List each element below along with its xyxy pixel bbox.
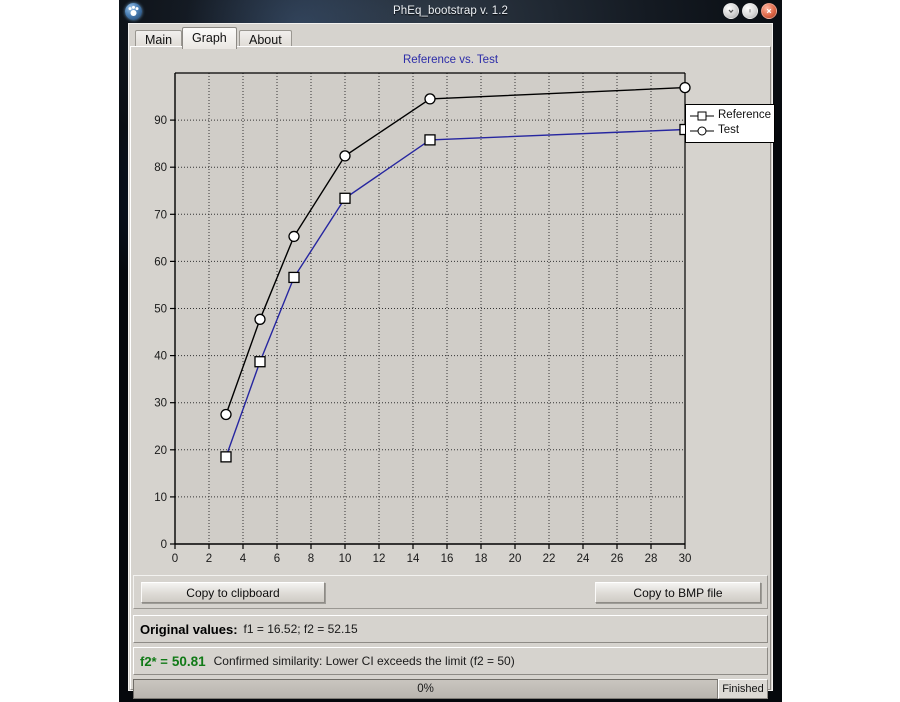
svg-text:60: 60 [154, 256, 167, 268]
svg-text:12: 12 [373, 553, 386, 565]
legend-key-square-icon [690, 111, 714, 120]
f2-star-value: 50.81 [171, 653, 206, 669]
svg-text:10: 10 [154, 492, 167, 504]
line-chart: 01020304050607080900 2 4 6 8 10 12 14 16 18 20 22 24… [154, 72, 692, 565]
svg-text:90: 90 [154, 115, 167, 127]
legend-key-circle-icon [690, 126, 714, 135]
window-controls [723, 3, 777, 19]
tab-graph[interactable]: Graph [182, 27, 237, 49]
svg-text:24: 24 [577, 553, 590, 565]
svg-text:26: 26 [611, 553, 624, 565]
legend-label-test: Test [718, 124, 740, 136]
svg-text:50: 50 [154, 304, 167, 316]
svg-text:40: 40 [154, 351, 167, 363]
svg-text:30: 30 [154, 398, 167, 410]
f2-message: Confirmed similarity: Lower CI exceeds t… [213, 654, 515, 668]
application-window: PhEq_bootstrap v. 1.2 Main Graph About R… [119, 0, 782, 702]
svg-text:0: 0 [161, 539, 167, 551]
svg-text:14: 14 [407, 553, 420, 565]
client-area: Main Graph About Reference vs. Test 0 10 2… [128, 23, 775, 699]
legend-item-reference: Reference [690, 108, 772, 123]
chart-panel: Reference vs. Test 0 10 20 30 40 50 60 70 80 90 0 2… [133, 49, 775, 571]
original-values-panel: Original values: f1 = 16.52; f2 = 52.15 [133, 615, 768, 643]
chart-actions: Copy to clipboard Copy to BMP file [133, 575, 768, 609]
svg-text:2: 2 [206, 553, 212, 565]
svg-text:18: 18 [475, 553, 488, 565]
svg-text:6: 6 [274, 553, 280, 565]
desktop: PhEq_bootstrap v. 1.2 Main Graph About R… [0, 0, 900, 702]
svg-text:16: 16 [441, 553, 454, 565]
status-bar: 0% Finished [133, 679, 768, 699]
legend-item-test: Test [690, 123, 769, 138]
svg-text:30: 30 [679, 553, 692, 565]
minimize-icon[interactable] [723, 3, 739, 19]
original-values-label: Original values: [140, 621, 238, 637]
chart-legend: Reference Test [685, 104, 775, 143]
copy-to-clipboard-button[interactable]: Copy to clipboard [141, 582, 325, 603]
legend-label-reference: Reference [718, 109, 772, 121]
svg-text:20: 20 [154, 445, 167, 457]
svg-text:70: 70 [154, 209, 167, 221]
title-bar[interactable]: PhEq_bootstrap v. 1.2 [119, 0, 782, 23]
svg-text:10: 10 [339, 553, 352, 565]
original-values-text: f1 = 16.52; f2 = 52.15 [243, 622, 358, 636]
f2-star-label: f2* = [140, 653, 168, 669]
copy-to-bmp-file-button[interactable]: Copy to BMP file [595, 582, 761, 603]
progress-bar: 0% [133, 679, 718, 699]
tab-page-graph: Reference vs. Test 0 10 20 30 40 50 60 70 80 90 0 2… [130, 46, 775, 699]
svg-text:22: 22 [543, 553, 556, 565]
tab-bar: Main Graph About [129, 26, 772, 49]
svg-text:4: 4 [240, 553, 247, 565]
svg-text:28: 28 [645, 553, 658, 565]
progress-bar-text: 0% [417, 683, 434, 695]
f2-result-panel: f2* = 50.81 Confirmed similarity: Lower … [133, 647, 768, 675]
svg-text:20: 20 [509, 553, 522, 565]
maximize-icon[interactable] [742, 3, 758, 19]
svg-text:0: 0 [172, 553, 178, 565]
status-label: Finished [718, 679, 768, 699]
close-icon[interactable] [761, 3, 777, 19]
window-title: PhEq_bootstrap v. 1.2 [392, 5, 509, 17]
svg-text:80: 80 [154, 162, 167, 174]
svg-text:8: 8 [308, 553, 314, 565]
